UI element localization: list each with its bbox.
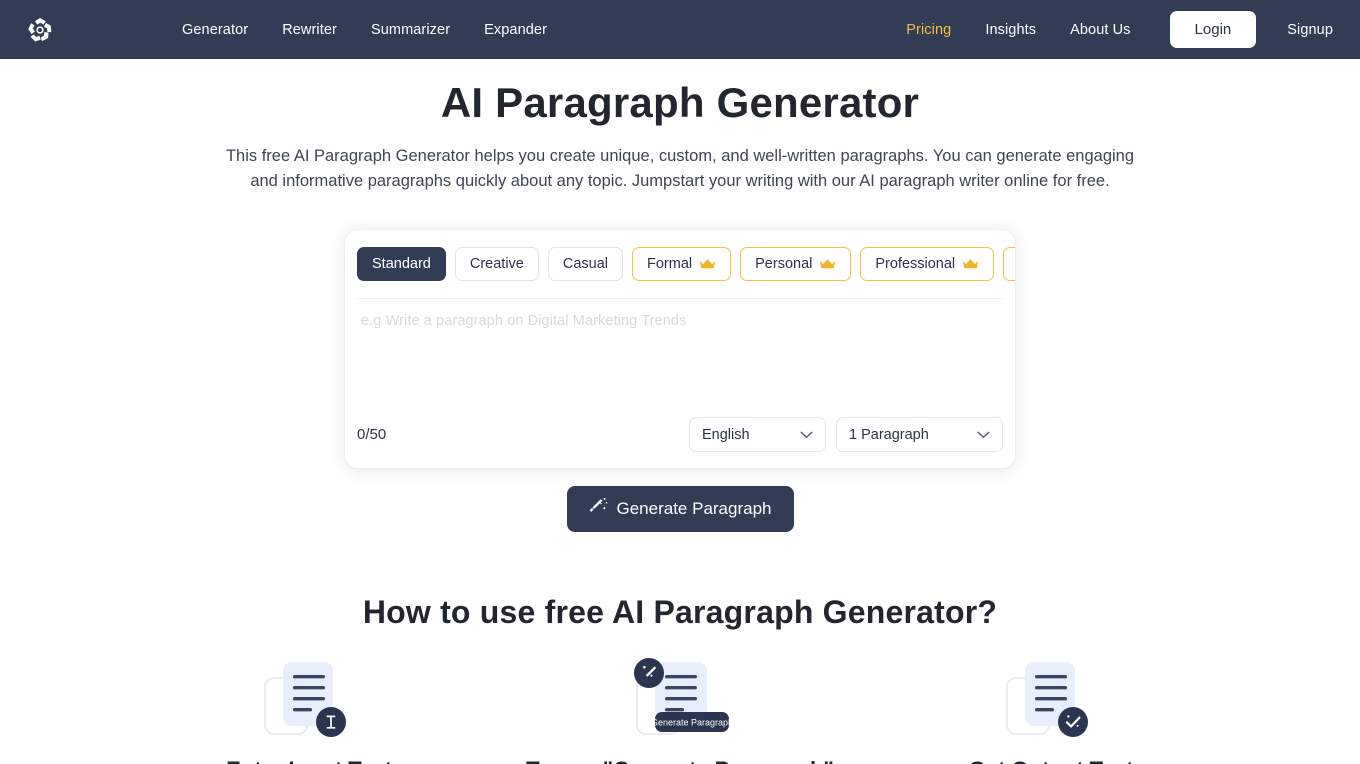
tone-button-creative[interactable]: Creative	[454, 247, 539, 282]
how-to-use-steps: Enter Input Text Generate Paragraph Tap …	[0, 655, 1360, 764]
nav-link-rewriter[interactable]: Rewriter	[265, 22, 354, 38]
card-footer-controls: 0/50 English 1 Paragraph	[345, 417, 1015, 468]
tone-button-formal[interactable]: Formal	[632, 247, 732, 282]
crown-icon	[962, 258, 979, 270]
signup-link[interactable]: Signup	[1270, 22, 1350, 38]
login-button[interactable]: Login	[1169, 11, 1257, 48]
step-3: Get Output Text	[866, 655, 1237, 764]
tone-label: Creative	[469, 256, 524, 273]
tone-button-casual[interactable]: Casual	[547, 247, 623, 282]
nav-link-generator[interactable]: Generator	[165, 22, 265, 38]
paragraph-count-value: 1 Paragraph	[849, 426, 929, 443]
step-1: Enter Input Text	[124, 655, 495, 764]
nav-link-expander[interactable]: Expander	[467, 22, 564, 38]
option-selects: English 1 Paragraph	[689, 417, 1003, 453]
document-check-icon	[866, 655, 1237, 743]
generator-card-wrapper: Standard Creative Casual Formal Personal	[0, 230, 1360, 469]
step-2-label: Tap on "Generate Paragraph"	[495, 757, 866, 764]
top-navbar: Generator Rewriter Summarizer Expander P…	[0, 0, 1360, 59]
tone-label: Professional	[875, 256, 956, 273]
how-to-use-title: How to use free AI Paragraph Generator?	[362, 594, 998, 631]
crown-icon	[699, 258, 716, 270]
tone-button-persuasive[interactable]: Persu	[1003, 247, 1015, 282]
tone-label: Formal	[647, 256, 693, 273]
language-select-value: English	[702, 426, 750, 443]
tone-label: Personal	[755, 256, 813, 273]
nav-link-insights[interactable]: Insights	[968, 22, 1053, 38]
document-text-cursor-icon	[124, 655, 495, 743]
chevron-down-icon	[800, 431, 813, 439]
document-generate-icon: Generate Paragraph	[495, 655, 866, 743]
chevron-down-icon	[977, 431, 990, 439]
nav-link-pricing[interactable]: Pricing	[889, 22, 968, 38]
primary-nav: Generator Rewriter Summarizer Expander	[165, 22, 564, 38]
tone-button-standard[interactable]: Standard	[357, 247, 446, 282]
nav-link-summarizer[interactable]: Summarizer	[354, 22, 467, 38]
tone-button-professional[interactable]: Professional	[860, 247, 995, 282]
step-3-label: Get Output Text	[866, 757, 1237, 764]
generate-button-wrapper: Generate Paragraph	[0, 486, 1360, 533]
paragraph-count-select[interactable]: 1 Paragraph	[836, 417, 1003, 453]
secondary-nav: Pricing Insights About Us Login Signup	[889, 11, 1360, 48]
tone-label: Casual	[562, 256, 608, 273]
magic-wand-icon	[589, 497, 608, 521]
page-description: This free AI Paragraph Generator helps y…	[225, 147, 1135, 191]
character-counter: 0/50	[357, 426, 387, 444]
language-select[interactable]: English	[689, 417, 826, 453]
step-1-label: Enter Input Text	[124, 757, 495, 764]
page-title: AI Paragraph Generator	[440, 79, 920, 126]
crown-icon	[819, 258, 836, 270]
step-2: Generate Paragraph Tap on "Generate Para…	[495, 655, 866, 764]
generate-button-label: Generate Paragraph	[616, 499, 772, 519]
nav-link-about-us[interactable]: About Us	[1053, 22, 1147, 38]
prompt-placeholder: e.g Write a paragraph on Digital Marketi…	[361, 313, 687, 330]
tone-selector: Standard Creative Casual Formal Personal	[345, 247, 1015, 282]
hero-section: AI Paragraph Generator This free AI Para…	[0, 59, 1360, 194]
generator-card: Standard Creative Casual Formal Personal	[345, 230, 1015, 469]
prompt-input-area[interactable]: e.g Write a paragraph on Digital Marketi…	[345, 299, 1015, 417]
tone-label: Standard	[372, 256, 431, 273]
generate-paragraph-button[interactable]: Generate Paragraph	[566, 486, 794, 533]
tone-button-personal[interactable]: Personal	[740, 247, 852, 282]
svg-text:Generate Paragraph: Generate Paragraph	[651, 718, 733, 728]
pinwheel-logo-icon[interactable]	[22, 12, 58, 48]
